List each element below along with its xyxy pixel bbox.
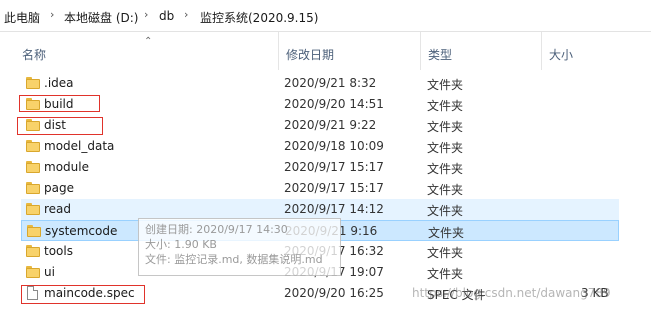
list-item[interactable]: model_data 2020/9/18 10:09 文件夹 [21, 136, 619, 157]
folder-icon [26, 77, 40, 89]
list-item[interactable]: module 2020/9/17 15:17 文件夹 [21, 157, 619, 178]
file-name: page [44, 181, 74, 195]
list-item[interactable]: read 2020/9/17 14:12 文件夹 [21, 199, 619, 220]
column-header: ⌃ 名称 修改日期 类型 大小 [0, 32, 651, 72]
file-type: 文件夹 [427, 78, 464, 92]
file-name: .idea [44, 76, 74, 90]
file-date: 2020/9/17 15:17 [284, 181, 384, 195]
breadcrumb-drive-d[interactable]: 本地磁盘 (D:) [64, 9, 138, 26]
file-type: 文件夹 [427, 120, 464, 134]
file-name: tools [44, 244, 73, 258]
folder-icon [26, 182, 40, 194]
file-date: 2020/9/17 14:12 [284, 202, 384, 216]
file-type: 文件夹 [427, 246, 464, 260]
folder-icon [26, 140, 40, 152]
tooltip-size: 大小: 1.90 KB [145, 238, 217, 251]
annotation-box-build [19, 95, 100, 112]
watermark: https://blog.csdn.net/dawang789 [412, 286, 611, 300]
file-date: 2020/9/21 9:22 [284, 118, 377, 132]
breadcrumb-separator[interactable]: › [184, 8, 188, 21]
column-name[interactable]: 名称 [22, 46, 46, 63]
file-name: systemcode [45, 224, 118, 238]
column-date-modified[interactable]: 修改日期 [286, 46, 334, 63]
column-divider[interactable] [420, 32, 421, 70]
tooltip-created: 创建日期: 2020/9/17 14:30 [145, 223, 288, 236]
breadcrumb-this-pc[interactable]: 此电脑 [4, 9, 40, 26]
file-date: 2020/9/18 10:09 [284, 139, 384, 153]
address-bar[interactable]: 此电脑 › 本地磁盘 (D:) › db › 监控系统(2020.9.15) [0, 0, 651, 32]
file-type: 文件夹 [427, 183, 464, 197]
file-date: 2020/9/20 14:51 [284, 97, 384, 111]
folder-icon [26, 245, 40, 257]
sort-ascending-icon: ⌃ [144, 36, 153, 47]
folder-icon [27, 225, 41, 237]
list-item[interactable]: dist 2020/9/21 9:22 文件夹 [21, 115, 619, 136]
folder-icon [26, 266, 40, 278]
file-tooltip: 创建日期: 2020/9/17 14:30 大小: 1.90 KB 文件: 监控… [138, 218, 341, 276]
file-type: 文件夹 [427, 141, 464, 155]
column-divider[interactable] [278, 32, 279, 70]
list-item[interactable]: page 2020/9/17 15:17 文件夹 [21, 178, 619, 199]
annotation-box-maincode [21, 285, 145, 304]
column-type[interactable]: 类型 [428, 46, 452, 63]
breadcrumb-separator[interactable]: › [50, 8, 54, 21]
folder-icon [26, 203, 40, 215]
file-type: 文件夹 [427, 267, 464, 281]
file-date: 2020/9/17 15:17 [284, 160, 384, 174]
file-type: 文件夹 [428, 226, 465, 240]
file-date: 2020/9/21 8:32 [284, 76, 377, 90]
file-type: 文件夹 [427, 162, 464, 176]
breadcrumb-separator[interactable]: › [144, 8, 148, 21]
file-name: module [44, 160, 89, 174]
column-divider[interactable] [541, 32, 542, 70]
list-item[interactable]: build 2020/9/20 14:51 文件夹 [21, 94, 619, 115]
file-date: 2020/9/20 16:25 [284, 286, 384, 300]
breadcrumb-current-folder[interactable]: 监控系统(2020.9.15) [200, 9, 318, 26]
file-type: 文件夹 [427, 204, 464, 218]
annotation-box-dist [17, 117, 103, 135]
folder-icon [26, 161, 40, 173]
file-name: read [44, 202, 72, 216]
file-type: 文件夹 [427, 99, 464, 113]
column-size[interactable]: 大小 [549, 46, 573, 63]
file-name: ui [44, 265, 55, 279]
breadcrumb-db[interactable]: db [159, 9, 174, 23]
list-item[interactable]: .idea 2020/9/21 8:32 文件夹 [21, 73, 619, 94]
file-name: model_data [44, 139, 115, 153]
tooltip-files: 文件: 监控记录.md, 数据集说明.md [145, 253, 323, 266]
